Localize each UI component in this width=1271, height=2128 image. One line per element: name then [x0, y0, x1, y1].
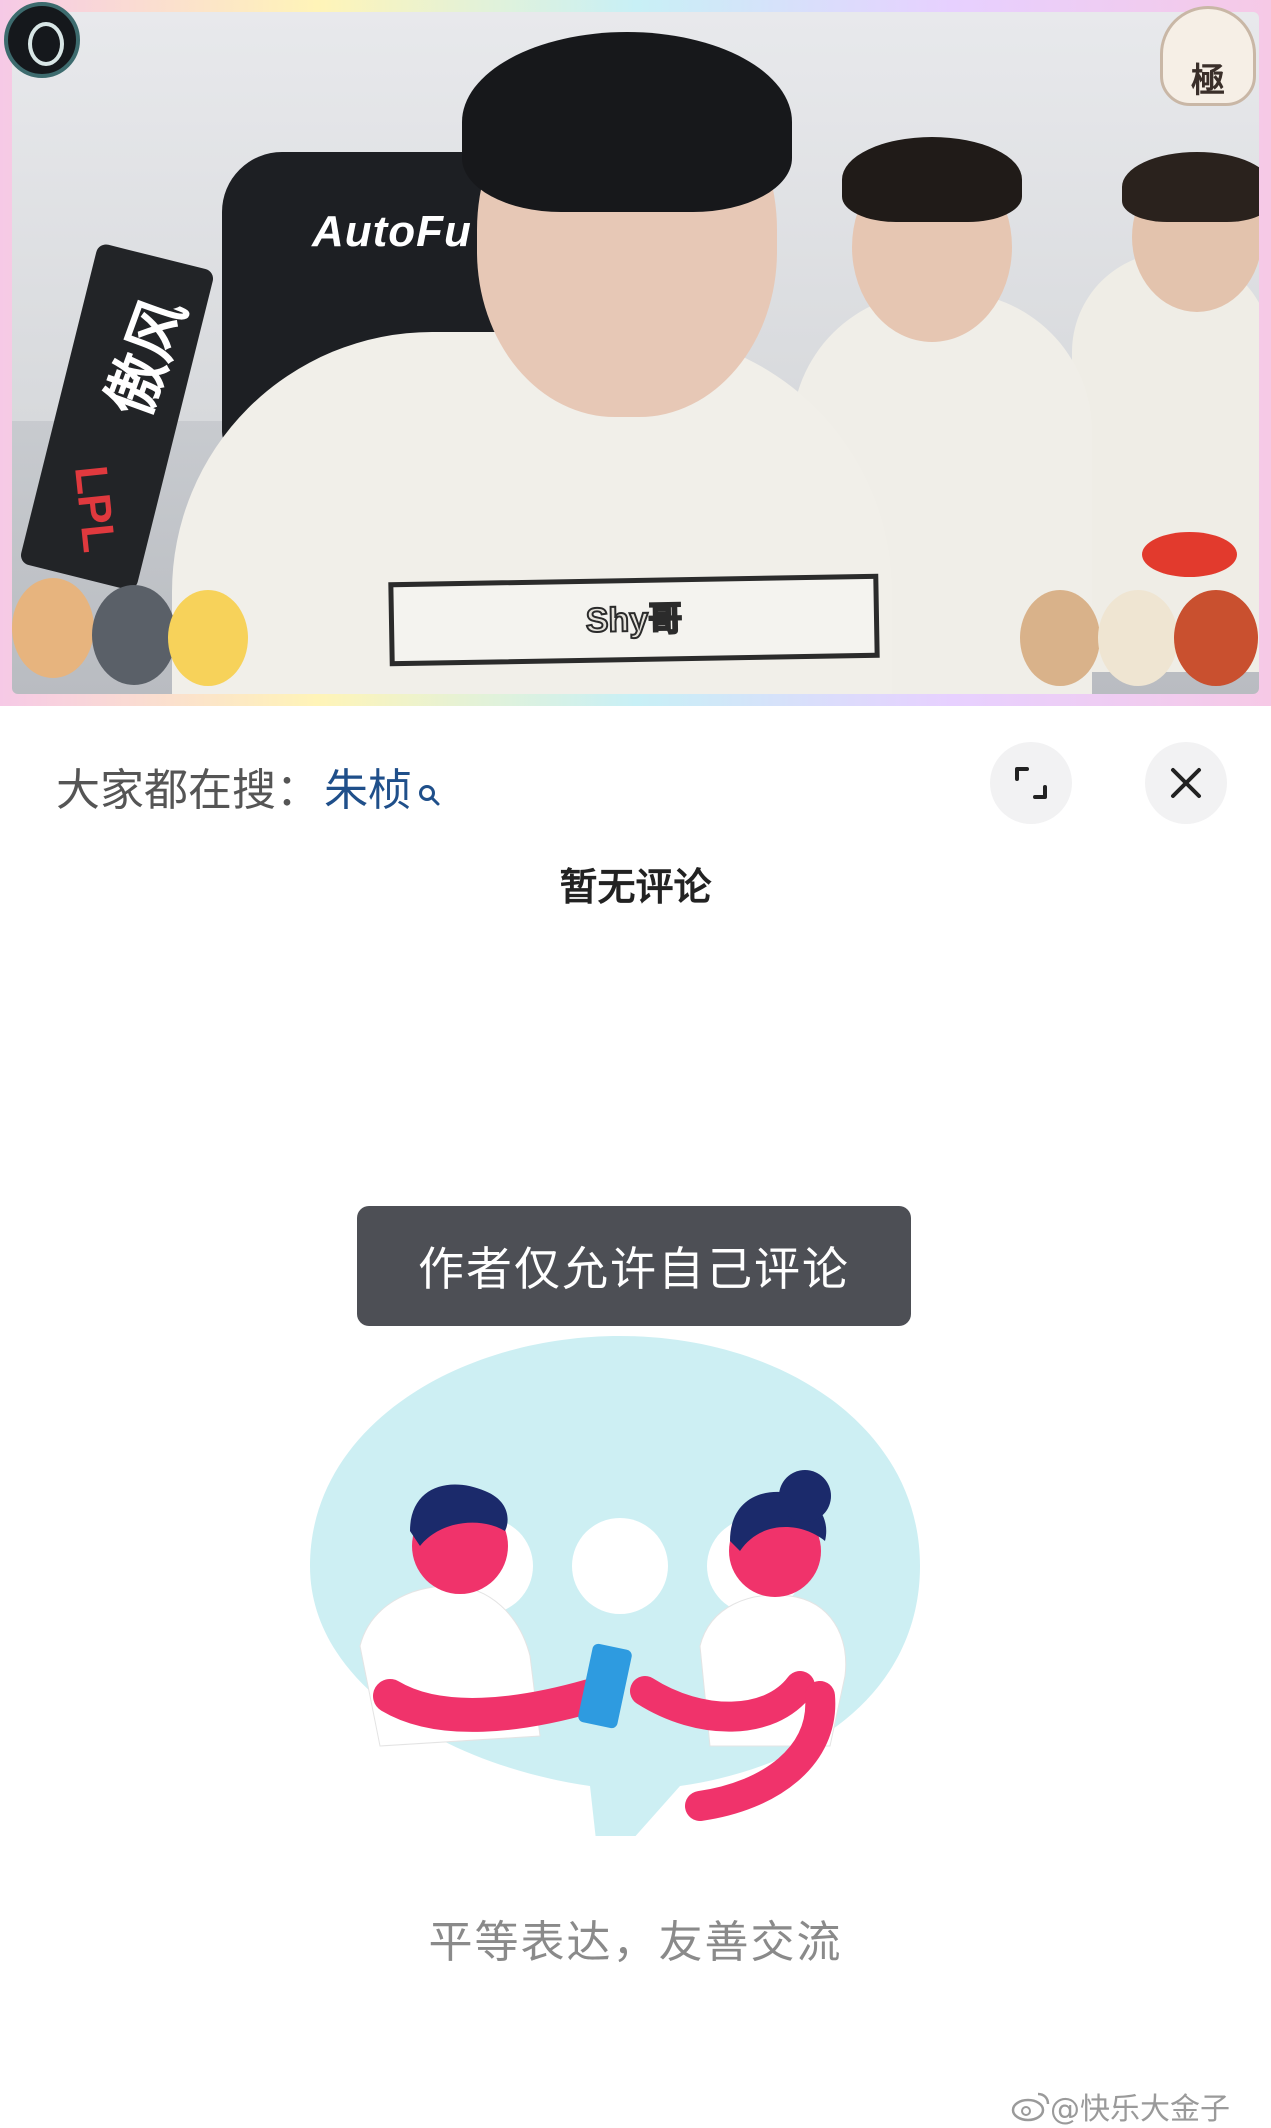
watermark-text: @快乐大金子: [1050, 2092, 1230, 2127]
video-player[interactable]: 傲风 LPL AutoFu 極 Shy哥: [0, 0, 1271, 706]
deer-mascot-icon: [12, 578, 94, 678]
comment-sheet: 大家都在搜： 朱桢 暂无评论 作者仅允许自己评论 平等表达，友善交流 @快乐大金…: [0, 706, 1271, 2127]
player-name-tag: Shy哥: [388, 573, 880, 667]
hot-search-label: 大家都在搜：: [56, 765, 320, 816]
search-icon: [418, 766, 440, 806]
toast-message: 作者仅允许自己评论: [357, 1206, 911, 1326]
chair-brand: AutoFu: [312, 207, 472, 256]
right-figure-bun: [779, 1470, 831, 1522]
lpl-text: LPL: [65, 463, 126, 555]
player-right-hair: [1122, 152, 1259, 222]
ghost-mascot-badge: 極: [1160, 6, 1256, 106]
hot-search[interactable]: 大家都在搜： 朱桢: [56, 754, 440, 818]
close-icon: [1171, 768, 1201, 798]
wolf-mascot-icon: [92, 585, 176, 685]
expand-icon: [1015, 767, 1047, 799]
team-logo-icon: [4, 2, 80, 78]
red-panda-mascot-icon: [1174, 590, 1258, 686]
ghost-badge-text: 極: [1191, 61, 1225, 101]
chick-mascot-icon: [168, 590, 248, 686]
player-main-hair: [462, 32, 792, 212]
gaming-mouse: [1142, 532, 1237, 577]
slogan-text: 平等表达，友善交流: [428, 1917, 843, 1968]
player-middle-hair: [842, 137, 1022, 222]
empty-comments-illustration: [310, 1336, 920, 1836]
left-figure-arm: [373, 1679, 607, 1732]
no-comments-text: 暂无评论: [559, 865, 712, 909]
hot-search-keyword[interactable]: 朱桢: [324, 754, 412, 818]
expand-button[interactable]: [990, 742, 1072, 824]
sheep-mascot-icon: [1098, 590, 1178, 686]
bubble-dot-middle: [572, 1518, 668, 1614]
watermark: @快乐大金子: [1010, 2084, 1230, 2128]
close-button[interactable]: [1145, 742, 1227, 824]
weibo-icon: [1011, 2092, 1050, 2122]
cat-mascot-icon: [1020, 590, 1100, 686]
